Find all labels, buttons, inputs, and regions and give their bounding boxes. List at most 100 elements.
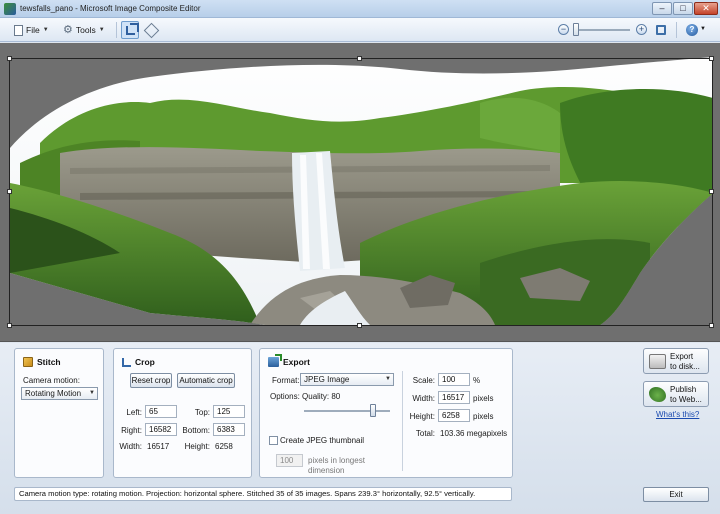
quality-slider-thumb[interactable] — [369, 404, 376, 417]
crop-right-label: Right: — [121, 426, 142, 435]
crop-handle[interactable] — [7, 56, 12, 61]
export-height-unit: pixels — [473, 412, 494, 421]
thumbnail-label: Create JPEG thumbnail — [280, 436, 365, 445]
publish-to-web-label: Publish to Web... — [670, 385, 702, 404]
crop-handle[interactable] — [709, 189, 714, 194]
reset-crop-button[interactable]: Reset crop — [130, 373, 172, 388]
camera-motion-value: Rotating Motion — [25, 389, 82, 398]
crop-height-value: 6258 — [215, 442, 233, 451]
crop-icon — [122, 357, 131, 367]
publish-line1: Publish — [670, 385, 697, 394]
export-height-field[interactable]: 6258 — [438, 409, 470, 422]
chevron-down-icon: ▼ — [385, 376, 391, 382]
zoom-slider-track[interactable] — [574, 29, 630, 31]
crop-bottom-field[interactable]: 6383 — [213, 423, 245, 436]
crop-width-label: Width: — [119, 442, 142, 451]
export-to-disk-line2: to disk... — [670, 361, 700, 371]
crop-bottom-label: Bottom: — [182, 426, 210, 435]
stitch-title: Stitch — [23, 357, 61, 367]
disk-icon — [649, 354, 666, 369]
toolbar: File ▼ ⚙ Tools ▼ − + ? ▼ — [0, 18, 720, 42]
zoom-slider-thumb[interactable] — [573, 23, 579, 36]
format-label: Format: — [272, 376, 300, 385]
publish-line2: to Web... — [670, 394, 702, 404]
minimize-button[interactable]: – — [652, 2, 672, 15]
scale-unit: % — [473, 376, 481, 385]
panorama-image — [10, 57, 713, 325]
help-button[interactable]: ? — [686, 24, 698, 36]
camera-motion-label: Camera motion: — [23, 376, 80, 385]
thumbnail-checkbox[interactable] — [269, 436, 278, 445]
exit-button[interactable]: Exit — [643, 487, 709, 502]
whats-this-link[interactable]: What's this? — [656, 410, 699, 419]
crop-title-label: Crop — [135, 357, 155, 367]
crop-left-label: Left: — [126, 408, 142, 417]
quality-label: Options: Quality: 80 — [270, 392, 341, 401]
gear-icon: ⚙ — [63, 23, 73, 36]
crop-handle[interactable] — [7, 323, 12, 328]
file-menu-label: File — [26, 25, 40, 35]
crop-handle[interactable] — [709, 56, 714, 61]
crop-handle[interactable] — [7, 189, 12, 194]
fit-to-window-icon[interactable] — [656, 25, 666, 35]
window-title: tewsfalls_pano - Microsoft Image Composi… — [20, 4, 201, 13]
export-title-label: Export — [283, 357, 310, 367]
toolbar-divider — [116, 22, 117, 38]
navigate-tool-button[interactable] — [142, 21, 160, 39]
crop-tool-button[interactable] — [121, 21, 139, 39]
crop-group: Crop Reset crop Automatic crop Left: 65 … — [113, 348, 252, 478]
automatic-crop-button[interactable]: Automatic crop — [177, 373, 235, 388]
zoom-in-button[interactable]: + — [636, 24, 647, 35]
export-to-disk-button[interactable]: Export to disk... — [643, 348, 709, 374]
crop-icon — [125, 22, 139, 35]
chevron-down-icon: ▼ — [98, 27, 105, 33]
crop-height-label: Height: — [184, 442, 210, 451]
crop-top-field[interactable]: 125 — [213, 405, 245, 418]
zoom-out-button[interactable]: − — [558, 24, 569, 35]
camera-motion-select[interactable]: Rotating Motion ▼ — [21, 387, 98, 400]
maximize-button[interactable]: □ — [673, 2, 693, 15]
crop-width-value: 16517 — [147, 442, 170, 451]
scale-field[interactable]: 100 — [438, 373, 470, 386]
total-label: Total: — [415, 429, 435, 438]
title-bar: tewsfalls_pano - Microsoft Image Composi… — [0, 0, 720, 18]
close-button[interactable]: ✕ — [694, 2, 718, 15]
export-group: Export Format: JPEG Image ▼ Options: Qua… — [259, 348, 513, 478]
export-title: Export — [268, 354, 310, 367]
stitch-icon — [23, 357, 33, 367]
crop-right-field[interactable]: 16582 — [145, 423, 177, 436]
crop-handle[interactable] — [709, 323, 714, 328]
export-height-label: Height: — [409, 412, 435, 421]
crop-left-field[interactable]: 65 — [145, 405, 177, 418]
export-divider — [402, 371, 403, 471]
chevron-down-icon: ▼ — [42, 27, 49, 33]
publish-to-web-button[interactable]: Publish to Web... — [643, 381, 709, 407]
crop-top-label: Top: — [194, 408, 210, 417]
panorama-canvas[interactable] — [0, 43, 720, 342]
scale-label: Scale: — [412, 376, 435, 385]
chevron-down-icon[interactable]: ▼ — [700, 26, 706, 32]
tools-menu[interactable]: ⚙ Tools ▼ — [63, 22, 105, 38]
file-icon — [14, 24, 23, 36]
export-width-field[interactable]: 16517 — [438, 391, 470, 404]
status-bar: Camera motion type: rotating motion. Pro… — [14, 487, 512, 501]
navigate-icon — [143, 22, 159, 38]
quality-slider-track[interactable] — [304, 410, 390, 412]
web-icon — [649, 387, 666, 402]
file-menu[interactable]: File ▼ — [14, 22, 49, 38]
app-icon — [4, 3, 16, 15]
stitch-title-label: Stitch — [37, 357, 61, 367]
export-to-disk-line1: Export — [670, 352, 694, 361]
crop-handle[interactable] — [357, 323, 362, 328]
thumbnail-size-field[interactable]: 100 — [276, 454, 303, 467]
chevron-down-icon: ▼ — [89, 390, 95, 396]
format-select[interactable]: JPEG Image ▼ — [300, 373, 394, 386]
tools-menu-label: Tools — [75, 25, 96, 35]
export-to-disk-label: Export to disk... — [670, 352, 700, 371]
export-icon — [268, 354, 282, 367]
export-width-label: Width: — [412, 394, 435, 403]
total-value: 103.36 megapixels — [440, 429, 508, 438]
format-value: JPEG Image — [304, 375, 350, 384]
thumbnail-size-desc: pixels in longest dimension — [308, 456, 365, 475]
crop-handle[interactable] — [357, 56, 362, 61]
